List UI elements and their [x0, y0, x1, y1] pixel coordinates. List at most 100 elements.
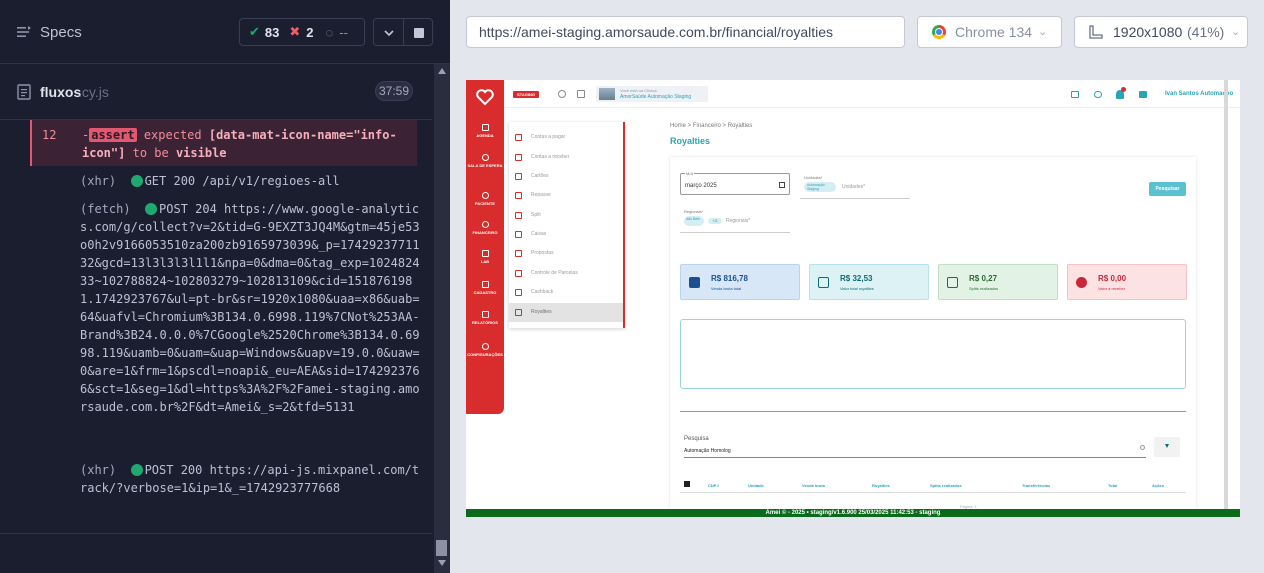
nav-configuracoes[interactable]: CONFIGURAÇÕES — [466, 343, 504, 357]
submenu-contas-pagar[interactable]: Contas a pagar — [509, 128, 623, 147]
command-number: 12 — [42, 128, 57, 142]
nav-agenda[interactable]: AGENDA — [466, 124, 504, 138]
assert-keyword: assert — [89, 128, 137, 142]
env-badge: STAGING — [513, 91, 539, 98]
ruler-icon — [1089, 25, 1103, 39]
submenu-controle-parcelas[interactable]: Controle de Parcelas — [509, 264, 623, 283]
pending-count: -- — [339, 24, 348, 40]
stop-button[interactable] — [403, 18, 433, 46]
submenu-repasse[interactable]: Repasse — [509, 186, 623, 205]
financeiro-submenu: Contas a pagar Contas a receber Cartões … — [509, 122, 625, 328]
nav-paciente[interactable]: PACIENTE — [466, 192, 504, 206]
kpi-royalties: R$ 32,53 Valor total royalties — [809, 264, 929, 300]
kpi-venda-bruta: R$ 816,78 Venda bruta total — [680, 264, 800, 300]
submenu-cartoes[interactable]: Cartões — [509, 167, 623, 186]
nav-sala-de-espera[interactable]: SALA DE ESPERA — [466, 154, 504, 168]
settings-icon[interactable] — [1094, 91, 1102, 98]
scroll-down-icon[interactable] — [438, 560, 446, 566]
nav-lab[interactable]: LAB — [466, 250, 504, 264]
clinic-thumbnail — [599, 88, 615, 100]
home-icon[interactable] — [577, 90, 585, 98]
app-scrollbar[interactable] — [1224, 80, 1228, 517]
gear-icon — [481, 343, 489, 350]
url-bar[interactable]: https://amei-staging.amorsaude.com.br/fi… — [466, 16, 905, 48]
submenu-caixas[interactable]: Caixas — [509, 225, 623, 244]
heart-logo-icon[interactable] — [476, 88, 494, 106]
nav-cadastro[interactable]: CADASTRO — [466, 281, 504, 295]
kpi-splits: R$ 0,27 Splits realizados — [938, 264, 1058, 300]
specs-label[interactable]: Specs — [40, 24, 82, 41]
unit-selector[interactable]: Você está na Clínica: AmorSaúde Automaçã… — [596, 86, 708, 102]
breadcrumb[interactable]: Home > Financeiro > Royalties — [670, 123, 752, 129]
royalties-card: M/A março 2025 Unidades* Automação Stagi… — [670, 157, 1196, 517]
submenu-propostas[interactable]: Propostas — [509, 244, 623, 263]
side-nav: AGENDA SALA DE ESPERA PACIENTE FINANCEIR… — [466, 80, 504, 414]
search-icon[interactable] — [1140, 445, 1145, 450]
command-xhr-regioes[interactable]: (xhr) GET 200 /api/v1/regioes-all — [80, 172, 420, 190]
search-icon[interactable] — [558, 90, 566, 98]
transfer-icon — [515, 192, 522, 199]
card-check-icon — [947, 277, 958, 288]
expand-button[interactable] — [373, 18, 403, 46]
region-more-chip: +11 — [708, 218, 722, 224]
chevron-down-icon: ⌄ — [1038, 26, 1048, 38]
aut-panel: https://amei-staging.amorsaude.com.br/fi… — [450, 0, 1264, 573]
browser-selector[interactable]: Chrome 134 ⌄ — [917, 16, 1062, 48]
download-button[interactable] — [1154, 437, 1180, 457]
spec-file-ext: .cy.js — [78, 84, 109, 100]
page-title: Royalties — [670, 136, 711, 146]
nav-financeiro[interactable]: FINANCEIRO — [466, 221, 504, 235]
chrome-icon — [932, 25, 946, 39]
user-name[interactable]: Ivan Santos Automaçoo — [1165, 91, 1233, 97]
dollar-icon — [481, 221, 489, 228]
check-icon: ✔ — [249, 24, 260, 39]
status-dot-icon — [145, 203, 158, 215]
app-viewport: AGENDA SALA DE ESPERA PACIENTE FINANCEIR… — [466, 80, 1240, 517]
chart-icon — [515, 270, 522, 277]
clock-icon — [481, 154, 489, 161]
scroll-up-icon[interactable] — [438, 68, 446, 74]
region-chip: Alto Belé — [684, 216, 704, 226]
month-year-field[interactable]: M/A março 2025 — [680, 171, 790, 195]
unidades-select[interactable]: Unidades* Automação Staging Unidades* — [800, 173, 910, 199]
card-icon[interactable] — [1071, 91, 1079, 98]
nav-relatorios[interactable]: RELATÓRIOS — [466, 311, 504, 325]
app-footer: Amei © - 2025 • staging/v1.6.900 25/03/2… — [466, 509, 1240, 517]
submenu-cashback[interactable]: Cashback — [509, 283, 623, 302]
failed-assert-row[interactable]: 12 - assert expected [data-mat-icon-name=… — [30, 120, 417, 166]
stop-icon — [414, 28, 424, 38]
submenu-contas-receber[interactable]: Contas a receber — [509, 148, 623, 167]
submenu-split[interactable]: Split — [509, 206, 623, 225]
status-dot-icon — [130, 175, 143, 187]
regionais-select[interactable]: Regionais* Alto Belé +11 Regionais* — [680, 207, 790, 233]
pesquisar-button[interactable]: Pesquisar — [1149, 182, 1186, 196]
chevron-down-icon — [384, 30, 394, 37]
help-icon[interactable] — [1139, 91, 1147, 98]
kpi-a-receber: R$ 0,00 Valor a receber — [1067, 264, 1187, 300]
submenu-royalties[interactable]: Royalties — [509, 303, 623, 322]
user-icon — [481, 192, 489, 199]
card-icon — [515, 173, 522, 180]
specs-menu-icon[interactable] — [16, 24, 32, 40]
split-icon — [515, 212, 522, 219]
viewport-info[interactable]: 1920x1080 (41%) ⌄ — [1074, 16, 1248, 48]
table-header: CNPJ Unidade Venda bruta Royalties Split… — [680, 479, 1186, 493]
divider — [680, 411, 1186, 412]
log-scrollbar[interactable] — [434, 64, 450, 573]
proposal-icon — [515, 250, 522, 257]
select-all-checkbox[interactable] — [684, 481, 690, 487]
chevron-down-icon: ⌄ — [1231, 26, 1241, 38]
command-fetch-analytics[interactable]: (fetch) POST 204 https://www.google-anal… — [80, 200, 420, 416]
scroll-thumb[interactable] — [436, 540, 447, 556]
chart-area — [680, 319, 1186, 389]
report-icon — [481, 311, 489, 318]
spec-file-row[interactable]: fluxos .cy.js 37:59 — [0, 64, 432, 120]
command-xhr-mixpanel[interactable]: (xhr) POST 200 https://api-js.mixpanel.c… — [80, 461, 420, 497]
user-plus-icon — [481, 281, 489, 288]
search-input[interactable]: Automação Homolog — [684, 448, 731, 454]
wallet-icon — [515, 134, 522, 141]
assert-message: - assert expected [data-mat-icon-name="in… — [82, 128, 397, 160]
search-label: Pesquisa — [684, 436, 709, 442]
spec-file-name: fluxos — [40, 84, 82, 100]
flask-icon — [481, 250, 489, 257]
